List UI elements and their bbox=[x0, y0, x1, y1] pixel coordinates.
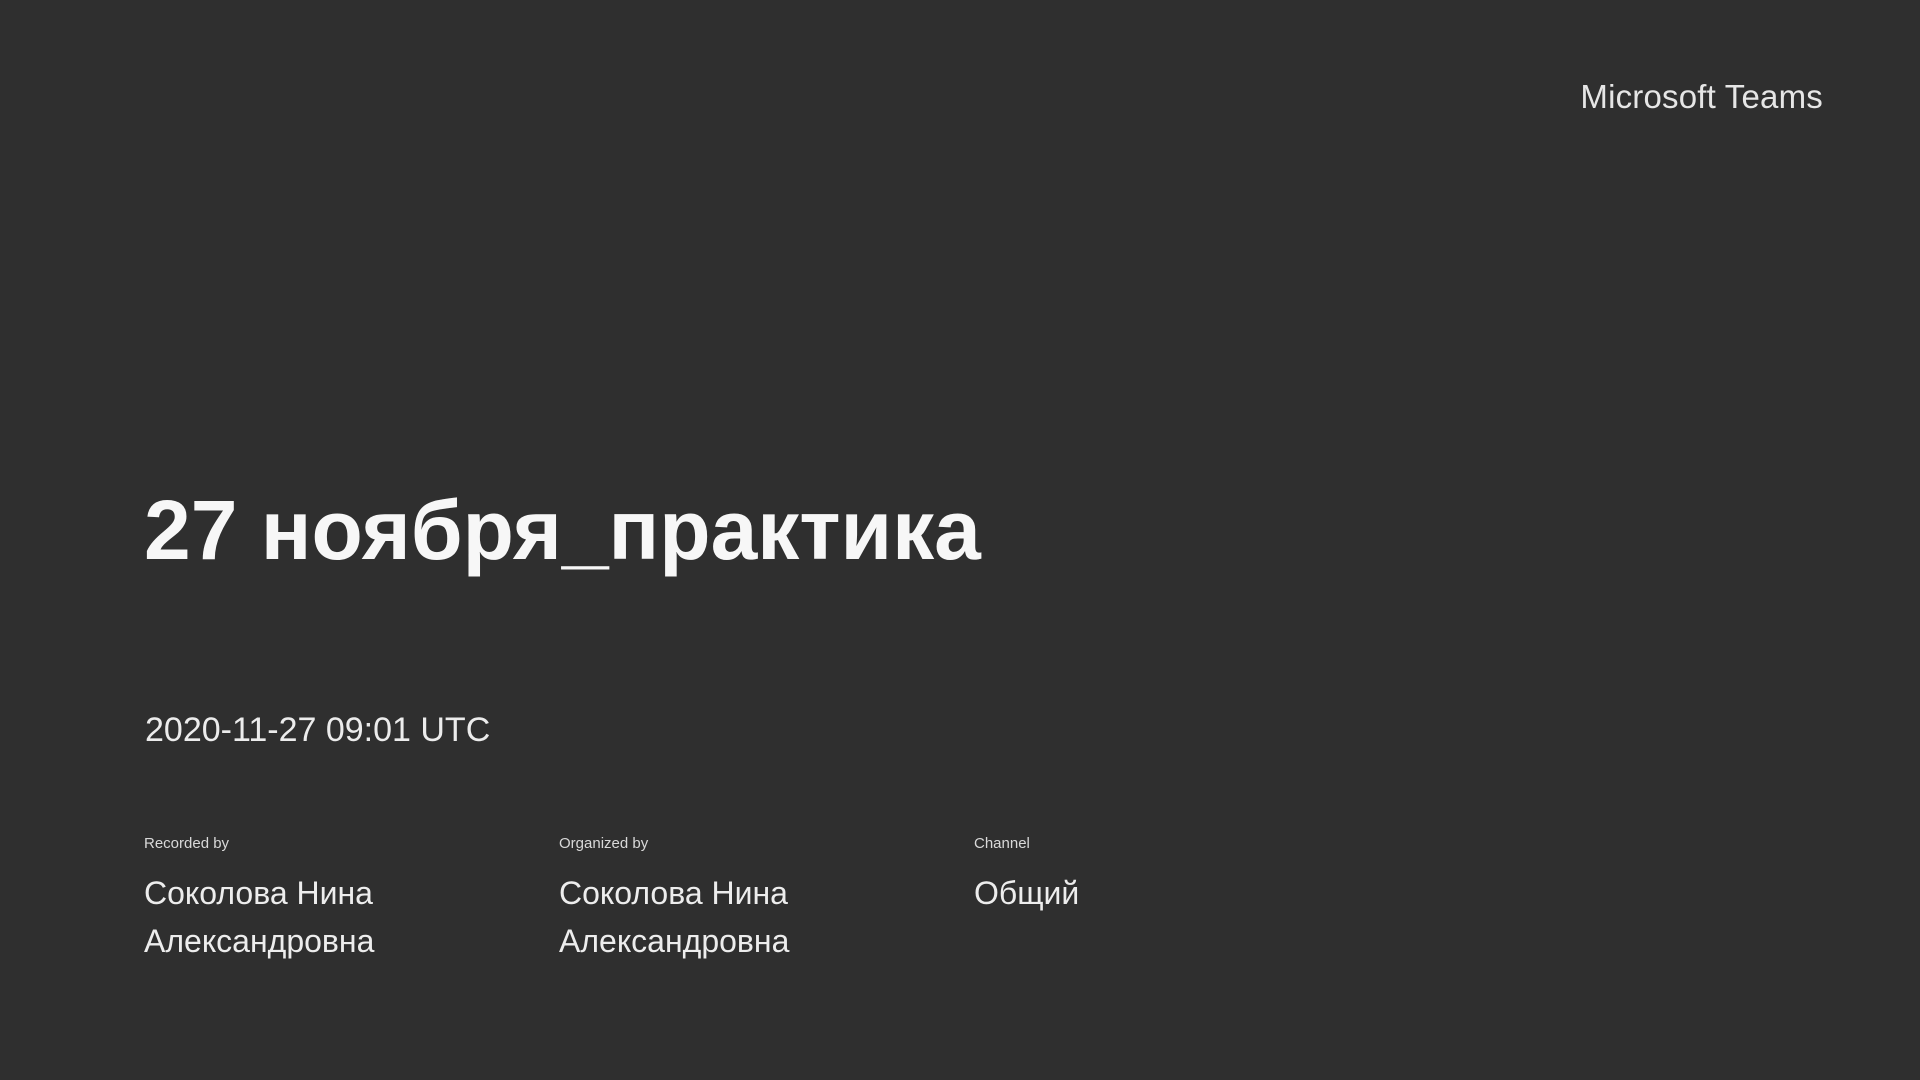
app-brand: Microsoft Teams bbox=[1580, 78, 1823, 115]
recorded-by-label: Recorded by bbox=[144, 835, 230, 852]
recording-title: 27 ноября_практика bbox=[144, 483, 981, 577]
channel-label: Channel bbox=[974, 835, 1030, 852]
channel-section: Channel Общий bbox=[974, 835, 1389, 965]
organized-by-section: Organized by Соколова Нина Александровна bbox=[559, 835, 974, 965]
recording-details: Recorded by Соколова Нина Александровна … bbox=[144, 835, 1389, 965]
recorded-by-value: Соколова Нина Александровна bbox=[144, 875, 375, 959]
channel-value: Общий bbox=[974, 875, 1080, 911]
recorded-by-section: Recorded by Соколова Нина Александровна bbox=[144, 835, 559, 965]
recording-datetime: 2020-11-27 09:01 UTC bbox=[145, 711, 491, 749]
organized-by-label: Organized by bbox=[559, 835, 649, 852]
organized-by-value: Соколова Нина Александровна bbox=[559, 875, 790, 959]
